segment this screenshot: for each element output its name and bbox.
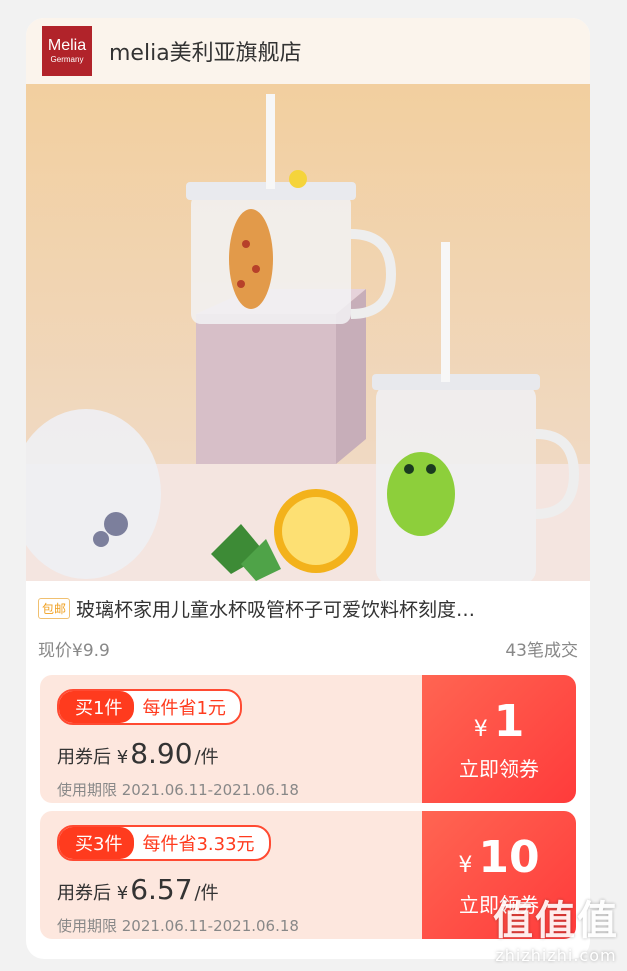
sales-count: 43笔成交 (505, 641, 578, 661)
coupon-price-line: 用券后 ¥ 8.90 /件 (57, 737, 219, 770)
product-title-row[interactable]: 包邮 玻璃杯家用儿童水杯吸管杯子可爱饮料杯刻度… (26, 581, 590, 622)
site-watermark: 值值值 zhizhizhi.com (493, 888, 619, 965)
watermark-url: zhizhizhi.com (495, 946, 617, 965)
product-meta: 现价¥9.9 43笔成交 (26, 622, 590, 661)
claim-coupon-label: 立即领券 (459, 757, 539, 781)
coupon-validity: 使用期限 2021.06.11-2021.06.18 (57, 917, 299, 935)
coupon-amount: ¥ 10 (458, 832, 539, 883)
coupon-quantity: 买1件 (59, 691, 135, 723)
price-after-coupon: 6.57 (130, 873, 193, 906)
currency-symbol: ¥ (458, 853, 473, 878)
product-card[interactable]: Melia Germany melia美利亚旗舰店 包邮 玻璃杯家用儿童水杯吸管… (26, 18, 590, 959)
coupon-condition-badge: 买3件 每件省3.33元 (57, 825, 271, 861)
coupon-card[interactable]: 买1件 每件省1元 用券后 ¥ 8.90 /件 使用期限 2021.06.11-… (40, 675, 576, 803)
price-prefix: 用券后 ¥ (57, 747, 129, 768)
coupon-validity: 使用期限 2021.06.11-2021.06.18 (57, 781, 299, 799)
coupon-saving: 每件省1元 (142, 698, 226, 719)
free-shipping-tag: 包邮 (38, 598, 71, 619)
coupon-amount: ¥ 1 (474, 696, 525, 747)
product-image[interactable] (26, 84, 590, 581)
coupon-saving: 每件省3.33元 (142, 834, 255, 855)
product-title[interactable]: 玻璃杯家用儿童水杯吸管杯子可爱饮料杯刻度… (76, 595, 475, 622)
claim-coupon-button[interactable]: ¥ 1 立即领券 (416, 675, 576, 803)
current-price: 现价¥9.9 (38, 641, 110, 661)
store-logo: Melia Germany (42, 26, 92, 76)
currency-symbol: ¥ (473, 717, 488, 742)
coupon-info: 买3件 每件省3.33元 用券后 ¥ 6.57 /件 使用期限 2021.06.… (40, 811, 422, 939)
coupon-price-line: 用券后 ¥ 6.57 /件 (57, 873, 219, 906)
price-unit: /件 (194, 747, 219, 768)
coupon-value: 10 (478, 832, 540, 883)
coupon-value: 1 (493, 696, 525, 747)
coupon-quantity: 买3件 (59, 827, 135, 859)
store-logo-text: Melia (47, 37, 87, 54)
watermark-logo: 值值值 (493, 898, 619, 944)
price-after-coupon: 8.90 (130, 737, 193, 770)
coupon-condition-badge: 买1件 每件省1元 (57, 689, 242, 725)
product-image-illustration (26, 84, 590, 581)
price-prefix: 用券后 ¥ (57, 883, 129, 904)
coupon-info: 买1件 每件省1元 用券后 ¥ 8.90 /件 使用期限 2021.06.11-… (40, 675, 422, 803)
store-header[interactable]: Melia Germany melia美利亚旗舰店 (26, 18, 590, 84)
price-unit: /件 (194, 883, 219, 904)
store-logo-subtext: Germany (50, 55, 84, 64)
store-name[interactable]: melia美利亚旗舰店 (109, 35, 302, 67)
